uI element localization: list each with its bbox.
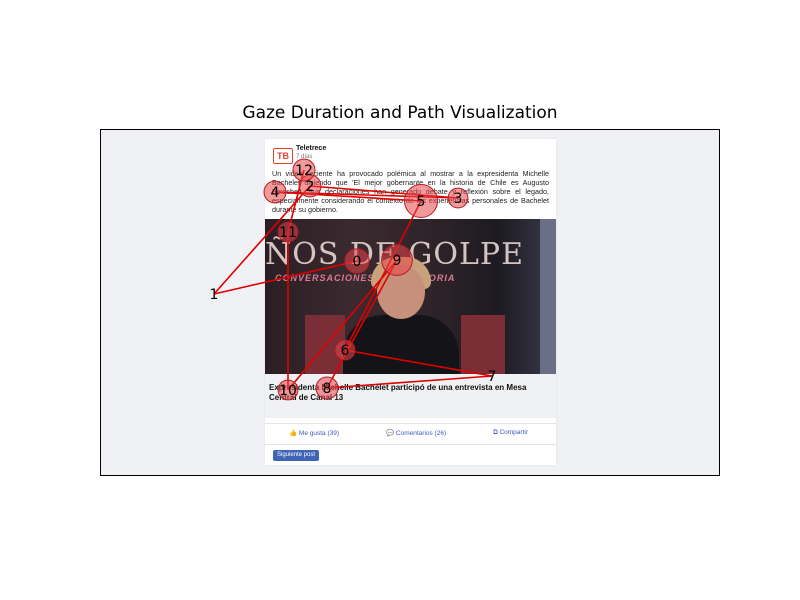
gaze-path-segment <box>287 259 398 391</box>
fixation-label: 10 <box>279 383 297 399</box>
gaze-path-segment <box>213 260 358 295</box>
fixation-label: 8 <box>323 381 332 397</box>
fixation-label: 6 <box>341 343 350 359</box>
fixation-label: 11 <box>279 225 297 241</box>
fixation-label: 1 <box>210 287 219 303</box>
fixation-label: 3 <box>454 191 463 207</box>
gaze-path-segment <box>344 349 493 377</box>
gaze-path-segment <box>326 259 398 389</box>
gaze-path-segment <box>326 375 493 389</box>
fixation-label: 0 <box>353 254 362 270</box>
fixation-label: 9 <box>393 253 402 269</box>
fixation-label: 5 <box>417 194 426 210</box>
fixation-label: 7 <box>488 369 497 385</box>
gaze-overlay: 0123456789101112 <box>210 158 497 401</box>
fixation-label: 4 <box>271 185 280 201</box>
fixation-label: 2 <box>306 179 315 195</box>
fixation-label: 12 <box>295 163 313 179</box>
